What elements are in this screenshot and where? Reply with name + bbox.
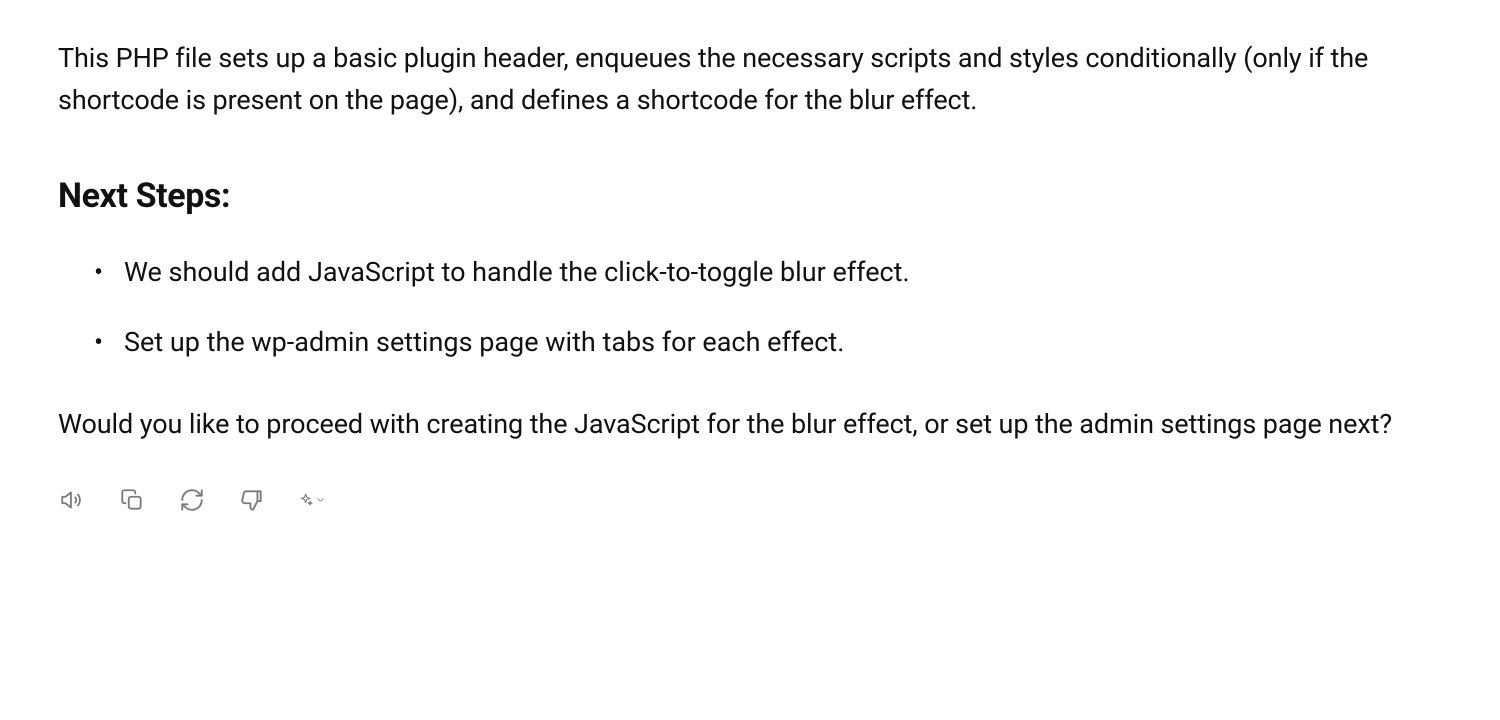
intro-paragraph: This PHP file sets up a basic plugin hea… [58, 38, 1442, 122]
speaker-icon[interactable] [58, 486, 86, 514]
followup-question: Would you like to proceed with creating … [58, 404, 1442, 446]
next-steps-heading: Next Steps: [58, 170, 1442, 223]
thumbs-down-icon[interactable] [238, 486, 266, 514]
message-actions-bar [58, 486, 1442, 514]
next-steps-list: We should add JavaScript to handle the c… [58, 252, 1442, 364]
regenerate-icon[interactable] [178, 486, 206, 514]
list-item: Set up the wp-admin settings page with t… [94, 322, 1442, 364]
list-item: We should add JavaScript to handle the c… [94, 252, 1442, 294]
sparkle-menu-button[interactable] [298, 486, 326, 514]
chevron-down-icon [315, 491, 326, 509]
copy-icon[interactable] [118, 486, 146, 514]
